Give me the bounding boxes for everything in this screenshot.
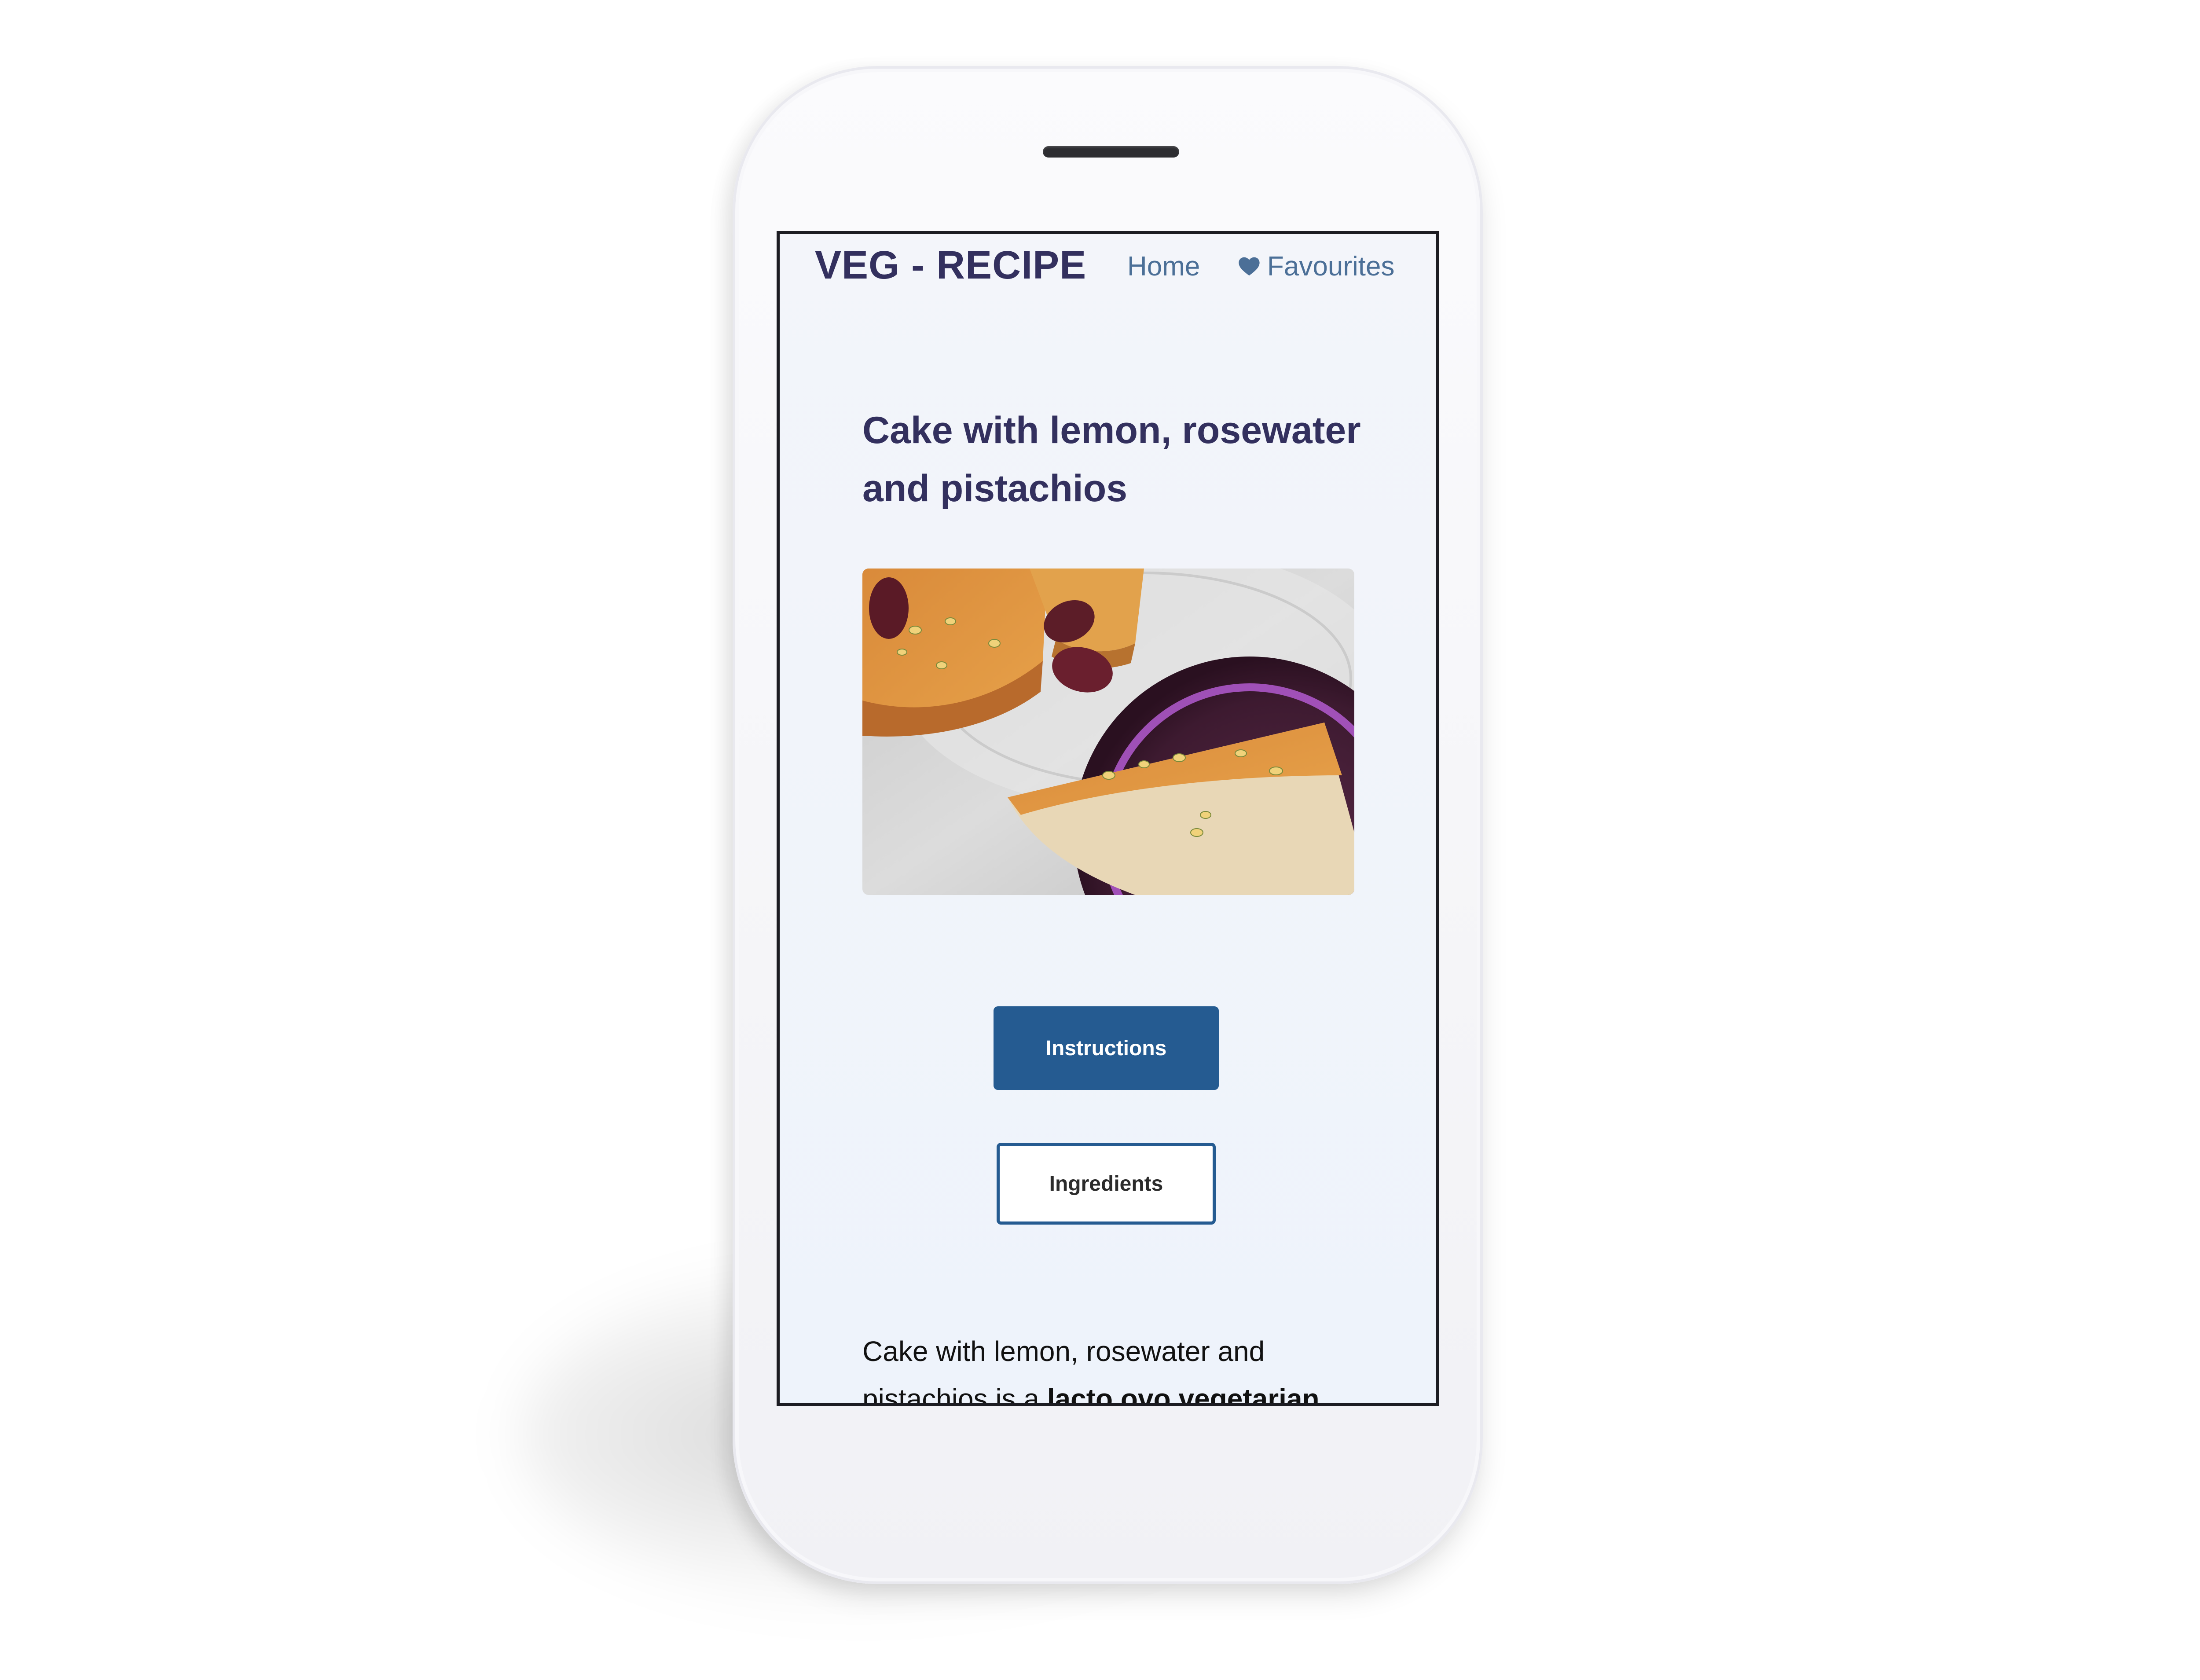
stage: VEG - RECIPE Home Favourites Cake with l…: [0, 0, 2200, 1680]
nav-favourites-link[interactable]: Favourites: [1237, 251, 1394, 282]
instructions-button[interactable]: Instructions: [994, 1006, 1219, 1090]
phone-screen: VEG - RECIPE Home Favourites Cake with l…: [777, 231, 1439, 1406]
nav-home-link[interactable]: Home: [1127, 251, 1200, 282]
recipe-title: Cake with lemon, rosewater and pistachio…: [862, 409, 1361, 510]
nav-favourites-label: Favourites: [1267, 251, 1395, 282]
recipe-description-diet: lacto ovo vegetarian: [1047, 1383, 1320, 1406]
recipe-description: Cake with lemon, rosewater and pistachio…: [862, 1328, 1382, 1406]
ingredients-button[interactable]: Ingredients: [997, 1143, 1216, 1225]
recipe-photo-illustration: [862, 569, 1354, 895]
phone-speaker: [1043, 146, 1179, 158]
heart-icon: [1239, 257, 1260, 275]
brand-logo[interactable]: VEG - RECIPE: [815, 243, 1086, 288]
navbar: VEG - RECIPE Home Favourites: [780, 234, 1436, 304]
recipe-photo: [862, 569, 1354, 895]
